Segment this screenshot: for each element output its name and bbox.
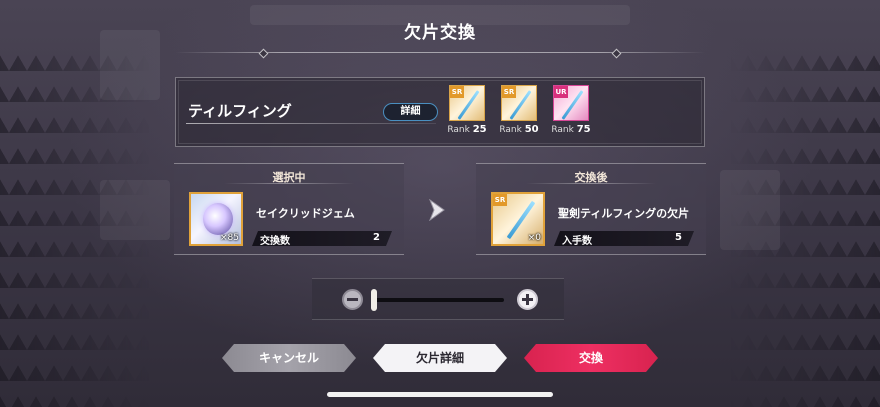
obtain-count-value: 5 — [675, 232, 682, 243]
weapon-name: ティルフィング — [188, 102, 292, 120]
result-item-name: 聖剣ティルフィングの欠片 — [558, 207, 690, 220]
slider-thumb[interactable] — [371, 289, 377, 311]
weapon-rank-icon: UR — [553, 85, 589, 121]
rank-label: Rank 50 — [499, 124, 539, 135]
sacred-gem-icon[interactable]: ×85 — [189, 192, 243, 246]
plus-icon-vertical — [526, 294, 529, 305]
chevron-right-icon — [429, 199, 445, 221]
item-count: ×85 — [220, 233, 239, 243]
rarity-badge: SR — [450, 86, 464, 98]
minus-icon — [347, 298, 358, 301]
quantity-slider-panel — [312, 278, 564, 320]
selected-item-name: セイクリッドジェム — [256, 207, 355, 220]
weapon-detail-button[interactable]: 詳細 — [383, 103, 438, 121]
rank-item-25[interactable]: SR Rank 25 — [447, 85, 487, 135]
title-divider — [175, 52, 705, 53]
obtain-count-label: 入手数 — [562, 236, 592, 247]
rarity-badge: UR — [554, 86, 568, 98]
rank-item-75[interactable]: UR Rank 75 — [551, 85, 591, 135]
exchange-count-bar: 交換数 2 — [252, 231, 392, 246]
rank-label: Rank 75 — [551, 124, 591, 135]
selected-card: 選択中 ×85 セイクリッドジェム 交換数 2 — [174, 163, 404, 255]
exchange-count-label: 交換数 — [260, 236, 290, 247]
triangle-pattern-left — [0, 40, 150, 407]
rank-label: Rank 25 — [447, 124, 487, 135]
sword-fragment-icon[interactable]: SR ×0 — [491, 192, 545, 246]
exchange-button[interactable]: 交換 — [524, 344, 658, 372]
plus-button[interactable] — [517, 289, 538, 310]
home-indicator[interactable] — [327, 392, 553, 397]
page-title: 欠片交換 — [404, 23, 476, 43]
rank-item-50[interactable]: SR Rank 50 — [499, 85, 539, 135]
weapon-panel: ティルフィング 詳細 SR Rank 25 SR Rank 50 UR Rank… — [175, 77, 705, 147]
exchange-count-value: 2 — [373, 232, 380, 243]
rarity-badge: SR — [493, 194, 507, 206]
cancel-button[interactable]: キャンセル — [222, 344, 356, 372]
rarity-badge: SR — [502, 86, 516, 98]
card-divider — [224, 183, 354, 184]
weapon-rank-icon: SR — [449, 85, 485, 121]
triangle-pattern-right — [730, 40, 880, 407]
gem-icon — [203, 203, 233, 235]
item-count: ×0 — [527, 233, 541, 243]
minus-button[interactable] — [342, 289, 363, 310]
weapon-rank-icon: SR — [501, 85, 537, 121]
weapon-name-underline — [186, 123, 436, 124]
card-divider — [526, 183, 656, 184]
slider-track[interactable] — [374, 298, 504, 302]
result-card: 交換後 SR ×0 聖剣ティルフィングの欠片 入手数 5 — [476, 163, 706, 255]
obtain-count-bar: 入手数 5 — [554, 231, 694, 246]
fragment-detail-button[interactable]: 欠片詳細 — [373, 344, 507, 372]
